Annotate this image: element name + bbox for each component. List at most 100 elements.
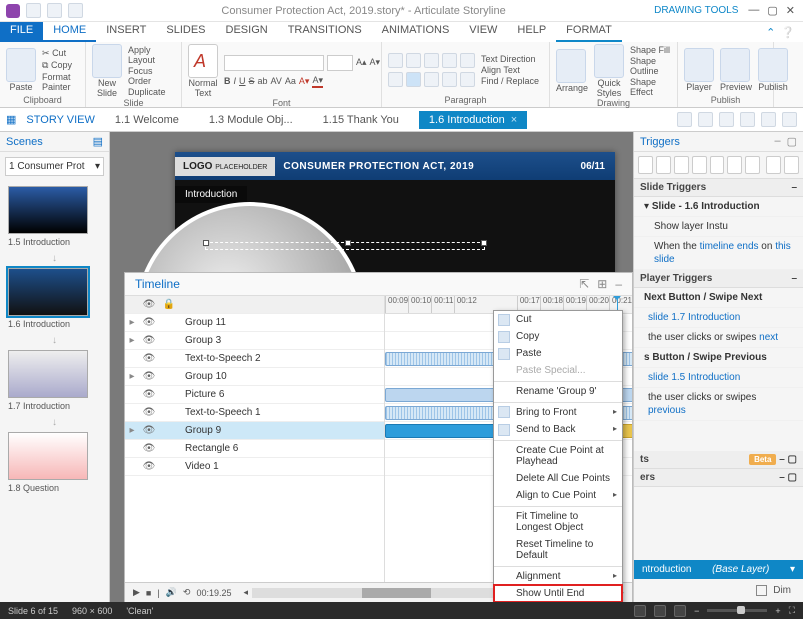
status-zoom-slider[interactable] [707,609,767,612]
paste-icon[interactable] [6,48,36,82]
align-center-button[interactable] [406,72,421,87]
status-zoom-out[interactable]: − [694,606,699,616]
selected-shape-handles[interactable] [205,242,485,250]
context-menu-item[interactable]: Reset Timeline to Default [494,536,622,564]
outdent-button[interactable] [424,53,439,68]
font-size-select[interactable] [327,55,353,71]
new-slide-icon[interactable] [92,44,122,78]
increase-font-icon[interactable]: A▴ [356,57,367,68]
context-menu-item[interactable]: Bring to Front [494,402,622,421]
undo-icon[interactable] [47,3,62,18]
dim-checkbox[interactable] [756,585,767,596]
close-tab-icon[interactable]: × [511,114,517,126]
play-button[interactable]: ▶ [133,587,140,598]
triggers-expand-button[interactable] [784,156,799,174]
context-menu-item[interactable]: Delete All Cue Points [494,470,622,487]
context-menu-item[interactable]: Send to Back [494,421,622,438]
eye-header-icon[interactable]: 👁 [139,299,159,310]
eye-icon[interactable]: 👁 [139,407,159,418]
context-menu-item[interactable]: Align to Cue Point [494,487,622,504]
paste-trigger-button[interactable] [692,156,707,174]
move-up-button[interactable] [727,156,742,174]
variables-button[interactable] [766,156,781,174]
context-menu-item[interactable]: Show Until End [494,585,622,602]
context-menu-item[interactable]: Cut [494,311,622,328]
timeline-row[interactable]: ▸👁Group 11 [125,314,384,332]
paste-button[interactable]: Paste [6,82,36,92]
eye-icon[interactable]: 👁 [139,389,159,400]
stop-button[interactable]: ■ [146,588,151,598]
normal-text-button[interactable]: Normal Text [188,78,218,98]
status-fit-icon[interactable]: ⛶ [789,605,795,616]
publish-button[interactable]: Publish [758,82,788,92]
status-view3-icon[interactable] [674,605,686,617]
player-icon[interactable] [684,48,714,82]
slide-thumb-2[interactable] [8,268,88,316]
cut-button[interactable]: ✂ Cut [42,48,79,59]
align-left-button[interactable] [388,72,403,87]
underline-button[interactable]: U [239,76,246,86]
volume-icon[interactable]: 🔊 [166,587,177,598]
status-view1-icon[interactable] [634,605,646,617]
preview-button[interactable]: Preview [720,82,752,92]
focus-order-button[interactable]: Focus Order [128,66,175,86]
copy-trigger-button[interactable] [674,156,689,174]
publish-icon[interactable] [758,48,788,82]
story-view-link[interactable]: STORY VIEW [26,114,94,126]
context-menu-item[interactable]: Alignment [494,566,622,585]
tab-home[interactable]: HOME [43,22,96,42]
timeline-dock-icon[interactable]: ⇱ [579,277,589,291]
eye-icon[interactable]: 👁 [139,461,159,472]
timeline-row[interactable]: 👁Rectangle 6 [125,440,384,458]
tab-view[interactable]: VIEW [459,22,507,42]
view-mode-2-icon[interactable] [698,112,713,127]
tab-transitions[interactable]: TRANSITIONS [278,22,372,42]
shape-fill-button[interactable]: Shape Fill [630,45,671,55]
tab-insert[interactable]: INSERT [96,22,156,42]
arrange-button[interactable]: Arrange [556,83,588,93]
shape-effect-button[interactable]: Shape Effect [630,77,671,97]
strike-button[interactable]: S [249,76,255,86]
view-mode-6-icon[interactable] [782,112,797,127]
context-menu-item[interactable]: Fit Timeline to Longest Object [494,506,622,536]
timeline-row[interactable]: ▸👁Group 3 [125,332,384,350]
maximize-icon[interactable]: ▢ [767,4,777,17]
timeline-snap-icon[interactable]: ⊞ [597,277,607,291]
eye-icon[interactable]: 👁 [139,371,159,382]
tab-design[interactable]: DESIGN [216,22,278,42]
char-spacing-button[interactable]: AV [271,76,282,86]
scenes-menu-icon[interactable]: ▤ [93,135,103,148]
apply-layout-button[interactable]: Apply Layout [128,45,175,65]
view-mode-4-icon[interactable] [740,112,755,127]
normal-text-icon[interactable]: A [188,44,218,78]
slide-tab-1[interactable]: 1.1 Welcome [105,111,189,129]
trigger-when-timeline[interactable]: When the timeline ends on this slide [634,237,803,270]
trigger-jump-prev[interactable]: slide 1.5 Introduction [634,368,803,388]
context-menu-item[interactable]: Copy [494,328,622,345]
italic-button[interactable]: I [234,76,237,86]
status-view2-icon[interactable] [654,605,666,617]
edit-trigger-button[interactable] [656,156,671,174]
collapse-ribbon-icon[interactable]: ⌃ [766,26,775,39]
close-icon[interactable]: ✕ [786,4,795,17]
timeline-row[interactable]: ▸👁Group 9 [125,422,384,440]
slide-tab-3[interactable]: 1.15 Thank You [313,111,409,129]
trigger-when-prev[interactable]: the user clicks or swipes previous [634,388,803,421]
numbering-button[interactable] [406,53,421,68]
highlight-button[interactable]: A▾ [299,76,310,87]
slide-thumb-1[interactable] [8,186,88,234]
view-mode-5-icon[interactable] [761,112,776,127]
timeline-row[interactable]: 👁Text-to-Speech 1 [125,404,384,422]
trigger-jump-next[interactable]: slide 1.7 Introduction [634,308,803,328]
help-icon[interactable]: ❔ [781,26,795,39]
indent-button[interactable] [442,53,457,68]
triggers-pin-icon[interactable]: – [774,135,780,148]
align-justify-button[interactable] [442,72,457,87]
eye-icon[interactable]: 👁 [139,425,159,436]
align-text-button[interactable]: Align Text [481,65,539,75]
trigger-show-layer[interactable]: Show layer Instu [634,217,803,237]
tab-help[interactable]: HELP [507,22,556,42]
text-direction-button[interactable]: Text Direction [481,54,539,64]
scroll-left-button[interactable]: ◂ [244,587,249,598]
trigger-prev-header[interactable]: s Button / Swipe Previous [634,348,803,368]
